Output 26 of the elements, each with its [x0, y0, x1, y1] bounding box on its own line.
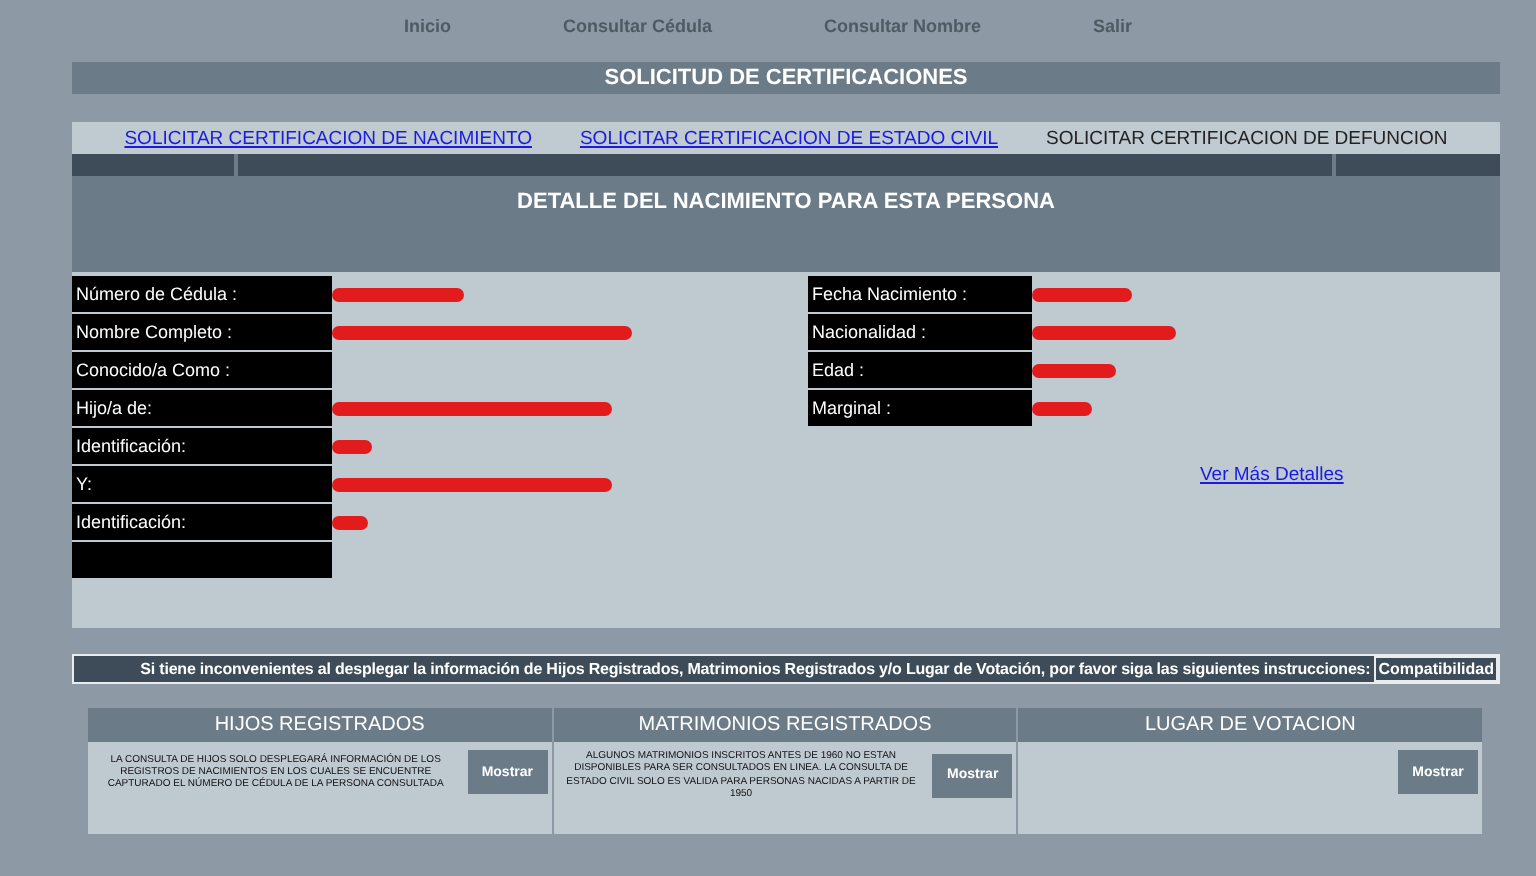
section-title: HIJOS REGISTRADOS [88, 708, 552, 742]
notice-text: Si tiene inconvenientes al desplegar la información de Hijos Registrados, Matrimonios Registrados y/o Lugar de Votación, por favor siga las siguientes instrucciones: [138, 660, 1373, 678]
field-label: Marginal : [808, 390, 1032, 426]
field-label: Nacionalidad : [808, 314, 1032, 350]
section-title: MATRIMONIOS REGISTRADOS [553, 708, 1017, 742]
certification-link[interactable]: SOLICITAR CERTIFICACION DE NACIMIENTO [124, 127, 532, 149]
field-label: Edad : [808, 352, 1032, 388]
nav-link[interactable]: Consultar Nombre [824, 16, 982, 46]
compatibility-button[interactable]: Compatibilidad [1374, 656, 1498, 682]
nav-link[interactable]: Salir [1093, 16, 1133, 46]
nav-link[interactable]: Consultar Cédula [562, 16, 712, 46]
field-label: Identificación: [72, 428, 332, 464]
field-label: Número de Cédula : [72, 276, 332, 312]
field-label: Conocido/a Como : [72, 352, 332, 388]
detail-title: DETALLE DEL NACIMIENTO PARA ESTA PERSONA [517, 190, 1055, 214]
certification-link[interactable]: SOLICITAR CERTIFICACION DE DEFUNCION [1046, 127, 1448, 149]
field-label: Nombre Completo : [72, 314, 332, 350]
page-title: SOLICITUD DE CERTIFICACIONES [72, 62, 1500, 94]
field-label: Hijo/a de: [72, 390, 332, 426]
section-title: LUGAR DE VOTACION [1018, 708, 1483, 742]
field-label: Fecha Nacimiento : [808, 276, 1032, 312]
field-label: Identificación: [72, 504, 332, 540]
nav-link[interactable]: Inicio [403, 16, 451, 46]
more-details-link[interactable]: Ver Más Detalles [1200, 464, 1500, 486]
certification-link[interactable]: SOLICITAR CERTIFICACION DE ESTADO CIVIL [579, 127, 999, 149]
field-label: Y: [72, 466, 332, 502]
